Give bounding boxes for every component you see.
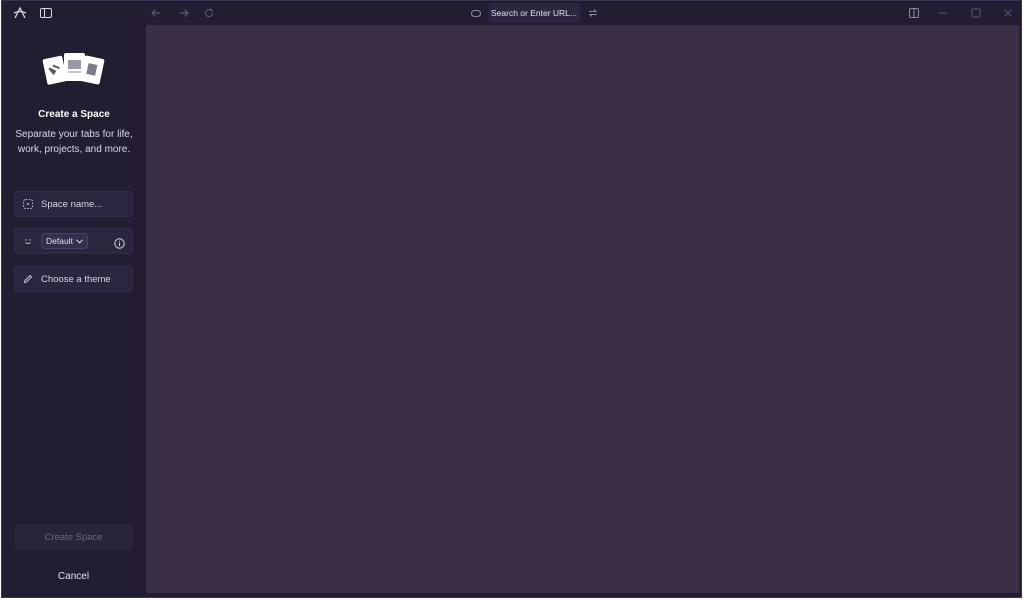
content-area <box>146 25 1019 593</box>
profile-label: Default <box>46 236 73 246</box>
minimize-icon[interactable] <box>935 5 951 21</box>
site-icon <box>468 5 484 21</box>
title-bar: Search or Enter URL... <box>2 1 1021 25</box>
maximize-icon[interactable] <box>968 5 984 21</box>
back-icon[interactable] <box>148 5 164 21</box>
url-placeholder: Search or Enter URL... <box>491 8 577 18</box>
arc-logo-icon[interactable] <box>12 5 28 21</box>
sync-icon[interactable] <box>585 5 601 21</box>
space-name-input[interactable]: Space name... <box>14 191 133 217</box>
space-name-placeholder: Space name... <box>41 198 103 210</box>
pencil-icon <box>22 273 34 285</box>
create-space-label: Create Space <box>44 531 103 543</box>
profile-row: Default <box>14 228 133 254</box>
emoji-icon[interactable] <box>22 235 34 247</box>
choose-theme-label: Choose a theme <box>41 273 111 285</box>
cancel-button[interactable]: Cancel <box>14 565 133 587</box>
split-view-icon[interactable] <box>906 5 922 21</box>
chevron-down-icon <box>76 238 83 244</box>
profile-dropdown[interactable]: Default <box>41 233 88 249</box>
panel-title: Create a Space <box>38 109 110 120</box>
panel-subtitle: Separate your tabs for life, work, proje… <box>15 129 133 155</box>
browser-window: Search or Enter URL... Create a Space Se… <box>1 0 1022 598</box>
reload-icon[interactable] <box>201 5 217 21</box>
cancel-label: Cancel <box>57 570 90 582</box>
url-bar[interactable]: Search or Enter URL... <box>488 3 580 23</box>
spaces-illustration-icon <box>42 51 106 87</box>
space-grid-icon[interactable] <box>22 198 34 210</box>
close-icon[interactable] <box>1000 5 1016 21</box>
sidebar-toggle-icon[interactable] <box>38 5 54 21</box>
forward-icon[interactable] <box>176 5 192 21</box>
info-icon[interactable] <box>114 236 125 249</box>
create-space-panel: Create a Space Separate your tabs for li… <box>2 25 146 597</box>
choose-theme-button[interactable]: Choose a theme <box>14 266 133 292</box>
create-space-button[interactable]: Create Space <box>14 524 133 550</box>
